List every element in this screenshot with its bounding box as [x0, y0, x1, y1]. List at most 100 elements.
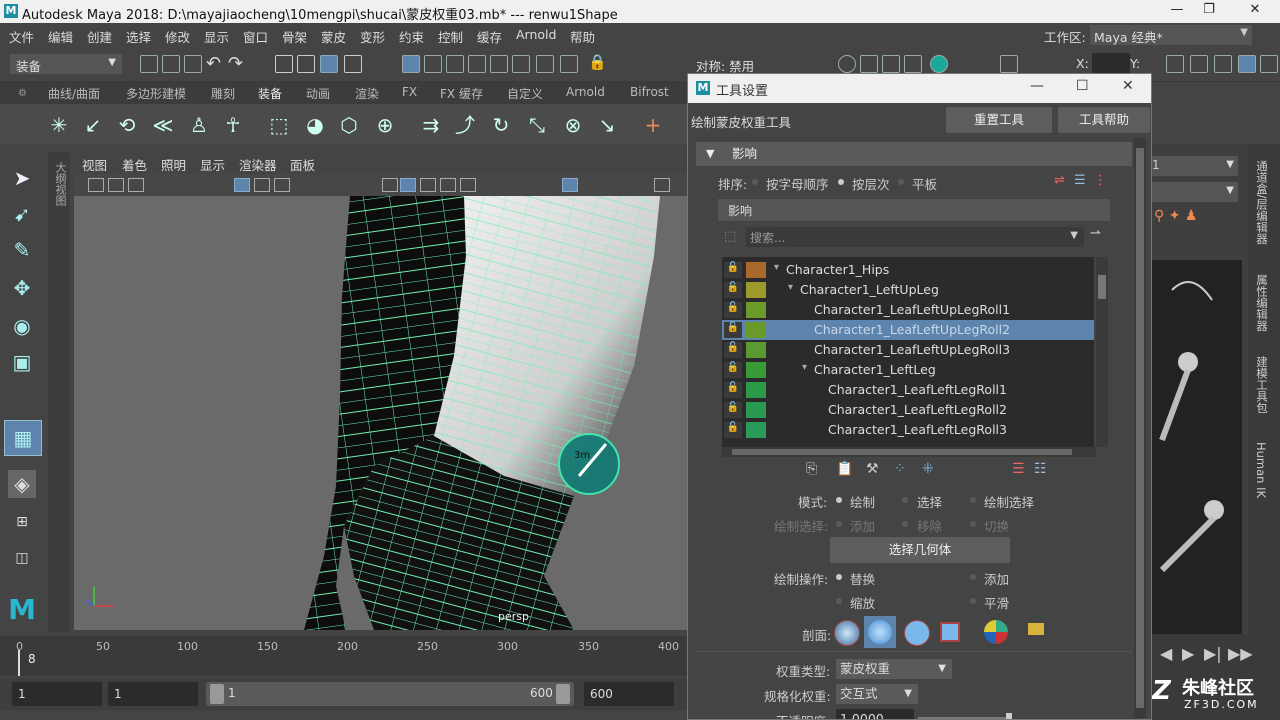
3d-viewport[interactable]: 3m persp: [74, 196, 688, 630]
mode-paint-select-radio[interactable]: [970, 497, 976, 503]
mode-paint-select-label[interactable]: 绘制选择: [984, 492, 1034, 511]
paint-op-replace-label[interactable]: 替换: [850, 569, 875, 588]
menu-window[interactable]: 窗口: [243, 27, 268, 46]
minimize-button[interactable]: —: [1162, 2, 1192, 20]
ik-spline-icon[interactable]: ⟲: [114, 112, 140, 138]
color-swatch[interactable]: [746, 262, 766, 278]
range-end-field[interactable]: 600: [584, 682, 674, 706]
current-frame-marker[interactable]: [18, 650, 20, 676]
shelf-options-icon[interactable]: ⚙: [18, 88, 27, 99]
xray-icon[interactable]: [460, 178, 476, 192]
render-settings-icon[interactable]: [882, 55, 900, 73]
color-swatch[interactable]: [746, 302, 766, 318]
menu-cache[interactable]: 缓存: [477, 27, 502, 46]
shelf-tab-fx-cache[interactable]: FX 缓存: [440, 85, 483, 102]
paint-op-scale-radio[interactable]: [836, 598, 842, 604]
new-scene-icon[interactable]: [140, 55, 158, 73]
render-globe-icon[interactable]: [930, 55, 948, 73]
snap-surface-icon[interactable]: [490, 55, 508, 73]
list-item[interactable]: 🔓 ▾ Character1_LeftUpLeg: [722, 280, 1094, 300]
anim-start-field[interactable]: 1: [108, 682, 198, 706]
menu-help[interactable]: 帮助: [570, 27, 595, 46]
channel-box-icon[interactable]: [1238, 55, 1256, 73]
select-tool-icon[interactable]: ➤: [8, 164, 36, 192]
opacity-field[interactable]: 1.0000: [836, 709, 914, 719]
tab-modeling-toolkit[interactable]: 建模工具包: [1254, 356, 1270, 414]
quick-rig-icon[interactable]: ♙: [186, 112, 212, 138]
play-forward-icon[interactable]: ▶: [1182, 644, 1194, 663]
paint-op-smooth-radio[interactable]: [970, 598, 976, 604]
profile-custom-icon[interactable]: [984, 620, 1008, 644]
menu-set-dropdown[interactable]: 装备 ▼: [10, 54, 122, 74]
undo-icon[interactable]: ↶: [206, 53, 221, 74]
opacity-slider-handle[interactable]: [1006, 713, 1012, 719]
move-tool-icon[interactable]: ✥: [8, 274, 36, 302]
four-pane-layout-icon[interactable]: ⊞: [8, 508, 36, 536]
tool-help-button[interactable]: 工具帮助: [1058, 107, 1150, 133]
menu-file[interactable]: 文件: [9, 27, 34, 46]
restore-button[interactable]: ❐: [1194, 2, 1224, 20]
paint-op-smooth-label[interactable]: 平滑: [984, 593, 1009, 612]
influence-search-input[interactable]: 搜索... ▼: [746, 227, 1084, 247]
insert-joint-icon[interactable]: ≪: [150, 112, 176, 138]
shelf-tab-custom[interactable]: 自定义: [507, 85, 543, 102]
list-item[interactable]: 🔓 Character1_LeafLeftUpLegRoll1: [722, 300, 1094, 320]
menu-deform[interactable]: 变形: [360, 27, 385, 46]
camera-attributes-icon[interactable]: [88, 178, 104, 192]
tool-settings-scrollbar[interactable]: [1134, 138, 1146, 718]
snap-live-icon[interactable]: [512, 55, 530, 73]
rotate-tool-icon[interactable]: ◉: [8, 312, 36, 340]
viewport-menu-lighting[interactable]: 照明: [161, 155, 186, 174]
menu-modify[interactable]: 修改: [165, 27, 190, 46]
list-item[interactable]: 🔓 Character1_LeafLeftLegRoll3: [722, 420, 1094, 440]
save-scene-icon[interactable]: [184, 55, 202, 73]
paint-select-tool-icon[interactable]: ✎: [8, 236, 36, 264]
tab-human-ik[interactable]: Human IK: [1254, 442, 1268, 498]
shelf-tab-curves[interactable]: 曲线/曲面: [48, 85, 100, 102]
select-object-icon[interactable]: [297, 55, 315, 73]
maximize-button[interactable]: ☐: [1076, 78, 1089, 94]
go-end-icon[interactable]: ▶▶: [1228, 644, 1253, 663]
lock-icon[interactable]: 🔓: [724, 362, 742, 378]
lock-icon[interactable]: 🔓: [724, 382, 742, 398]
prune-list-icon[interactable]: ☰: [1012, 461, 1025, 477]
list-icon[interactable]: ☰: [1074, 173, 1086, 188]
cluster-icon[interactable]: +: [640, 112, 666, 138]
hypershade-icon[interactable]: [904, 55, 922, 73]
x-coordinate-field[interactable]: [1092, 53, 1130, 75]
sort-flat-radio[interactable]: [898, 179, 904, 185]
range-slider-end-handle[interactable]: [556, 684, 570, 704]
aim-constraint-icon[interactable]: ⤴: [452, 112, 478, 138]
select-icon[interactable]: ⬚: [724, 229, 736, 244]
paint-op-add-radio[interactable]: [970, 574, 976, 580]
point-constraint-icon[interactable]: ⇉: [418, 112, 444, 138]
folder-icon[interactable]: [1028, 623, 1044, 635]
range-start-field[interactable]: 1: [12, 682, 102, 706]
list-item[interactable]: 🔓 Character1_LeafLeftUpLegRoll3: [722, 340, 1094, 360]
snap-curve-icon[interactable]: [424, 55, 442, 73]
shelf-tab-rigging[interactable]: 装备: [258, 85, 282, 102]
smooth-shade-icon[interactable]: [400, 178, 416, 192]
menu-create[interactable]: 创建: [87, 27, 112, 46]
viewport-menu-show[interactable]: 显示: [200, 155, 225, 174]
create-joint-icon[interactable]: ✳: [46, 112, 72, 138]
scale-tool-icon[interactable]: ▣: [8, 348, 36, 376]
list-item-selected[interactable]: 🔓 Character1_LeafLeftUpLegRoll2: [722, 320, 1094, 340]
hscrollbar-thumb[interactable]: [732, 449, 1072, 455]
render-frame-icon[interactable]: [536, 55, 554, 73]
pause-icon[interactable]: [1000, 55, 1018, 73]
lock-icon[interactable]: 🔓: [724, 402, 742, 418]
panel-dropdown[interactable]: 1 ▼: [1150, 156, 1238, 176]
menu-constrain[interactable]: 约束: [399, 27, 424, 46]
sort-alpha-label[interactable]: 按字母顺序: [766, 174, 829, 193]
single-pane-layout-icon[interactable]: ◈: [8, 470, 36, 498]
scale-constraint-icon[interactable]: ⤡: [524, 112, 550, 138]
step-forward-icon[interactable]: ▶|: [1204, 644, 1222, 663]
wireframe-on-shaded-icon[interactable]: [420, 178, 436, 192]
lattice-icon[interactable]: ⬡: [336, 112, 362, 138]
scrollbar-thumb[interactable]: [1136, 148, 1144, 708]
camera-icon[interactable]: [838, 55, 856, 73]
expand-arrow-icon[interactable]: ▾: [788, 282, 793, 293]
close-button[interactable]: ✕: [1122, 78, 1134, 94]
outliner-side-tab[interactable]: 大纲视图: [48, 152, 70, 632]
